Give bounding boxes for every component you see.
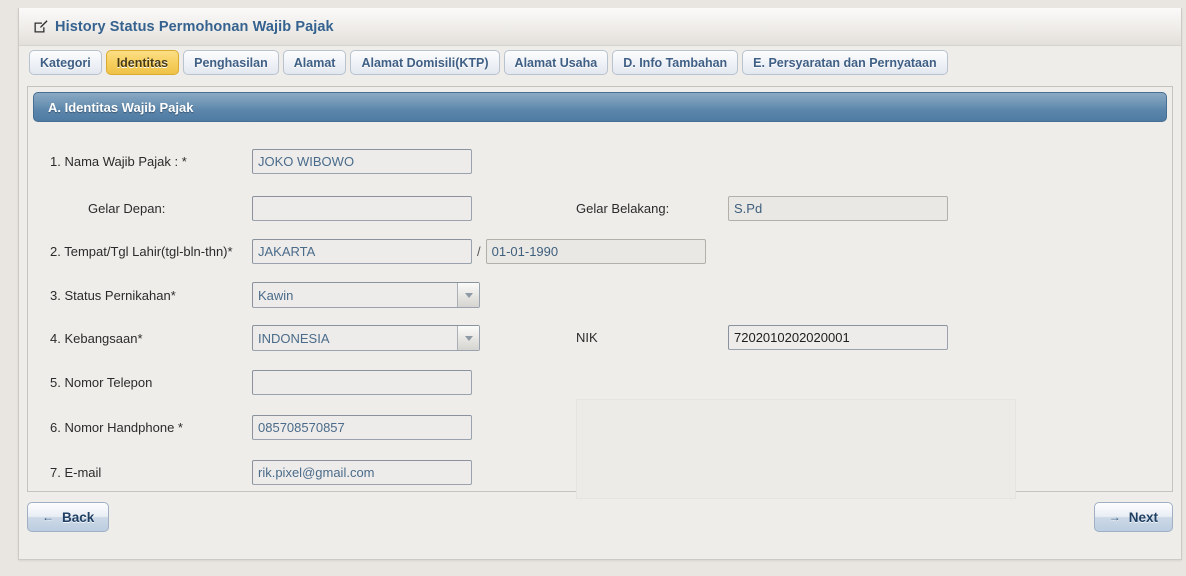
chevron-down-icon[interactable] — [457, 326, 479, 350]
field-row-email: 7. E-mail — [50, 460, 472, 485]
field-row-nama: 1. Nama Wajib Pajak : * — [50, 149, 472, 174]
page-title: History Status Permohonan Wajib Pajak — [55, 18, 334, 35]
next-button[interactable]: → Next — [1093, 502, 1173, 532]
right-empty-panel — [576, 399, 1016, 499]
select-status-pernikahan[interactable] — [252, 282, 480, 308]
select-kebangsaan[interactable] — [252, 325, 480, 351]
label-gelar-belakang: Gelar Belakang: — [576, 201, 670, 216]
tab-kategori[interactable]: Kategori — [29, 50, 102, 75]
input-gelar-depan[interactable] — [252, 196, 472, 221]
label-tempat-tgl-lahir: 2. Tempat/Tgl Lahir(tgl-bln-thn)* — [50, 244, 233, 259]
tab-penghasilan[interactable]: Penghasilan — [183, 50, 279, 75]
section-header-label: A. Identitas Wajib Pajak — [48, 99, 194, 115]
arrow-right-icon: → — [1108, 510, 1121, 524]
label-gelar-depan: Gelar Depan: — [88, 201, 166, 216]
section-header-identitas: A. Identitas Wajib Pajak — [33, 92, 1167, 122]
tab-alamat-domisili-ktp[interactable]: Alamat Domisili(KTP) — [350, 50, 500, 75]
tab-alamat[interactable]: Alamat — [282, 50, 347, 75]
input-nama-wajib-pajak[interactable] — [252, 149, 472, 174]
field-row-tempat-tgl-lahir: 2. Tempat/Tgl Lahir(tgl-bln-thn)* / — [50, 239, 706, 264]
date-separator: / — [477, 244, 481, 259]
label-email: 7. E-mail — [50, 465, 102, 480]
input-gelar-belakang[interactable] — [728, 196, 948, 221]
input-email[interactable] — [252, 460, 472, 485]
arrow-left-icon: ← — [42, 510, 54, 524]
tab-persyaratan-dan-pernyataan[interactable]: E. Persyaratan dan Pernyataan — [742, 50, 948, 75]
back-button[interactable]: ← Back — [27, 502, 110, 532]
field-row-nomor-telepon: 5. Nomor Telepon — [50, 370, 472, 395]
label-nomor-telepon: 5. Nomor Telepon — [50, 375, 153, 390]
input-tanggal-lahir[interactable] — [485, 239, 706, 264]
input-nomor-telepon[interactable] — [252, 370, 472, 395]
back-button-label: Back — [62, 509, 95, 525]
form-content-area: A. Identitas Wajib Pajak 1. Nama Wajib P… — [27, 86, 1173, 499]
tab-identitas[interactable]: Identitas — [105, 50, 180, 75]
label-nomor-handphone: 6. Nomor Handphone * — [50, 420, 183, 435]
edit-square-icon — [33, 19, 48, 34]
field-row-kebangsaan: 4. Kebangsaan* — [50, 325, 480, 351]
tab-info-tambahan[interactable]: D. Info Tambahan — [612, 50, 739, 75]
next-button-label: Next — [1128, 509, 1158, 525]
field-row-gelar-belakang: Gelar Belakang: — [576, 196, 948, 221]
history-status-window: History Status Permohonan Wajib Pajak Ka… — [18, 8, 1182, 560]
label-kebangsaan: 4. Kebangsaan* — [50, 330, 143, 346]
field-row-nomor-handphone: 6. Nomor Handphone * — [50, 415, 472, 440]
select-status-pernikahan-value[interactable] — [252, 282, 480, 308]
label-nik: NIK — [576, 330, 598, 345]
label-status-pernikahan: 3. Status Pernikahan* — [50, 287, 176, 303]
input-nomor-handphone[interactable] — [252, 415, 472, 440]
select-kebangsaan-value[interactable] — [252, 325, 480, 351]
tab-alamat-usaha[interactable]: Alamat Usaha — [503, 50, 609, 75]
input-tempat-lahir[interactable] — [252, 239, 472, 264]
window-titlebar: History Status Permohonan Wajib Pajak — [19, 8, 1181, 46]
chevron-down-icon[interactable] — [457, 283, 479, 307]
input-nik[interactable] — [728, 325, 948, 350]
field-row-status-pernikahan: 3. Status Pernikahan* — [50, 282, 480, 308]
field-row-nik: NIK — [576, 325, 948, 350]
label-nama-wajib-pajak: 1. Nama Wajib Pajak : * — [50, 154, 187, 169]
field-row-gelar-depan: Gelar Depan: — [50, 196, 472, 221]
identitas-form: 1. Nama Wajib Pajak : * Gelar Depan: Gel… — [28, 127, 1172, 499]
tab-strip: Kategori Identitas Penghasilan Alamat Al… — [19, 46, 1181, 82]
